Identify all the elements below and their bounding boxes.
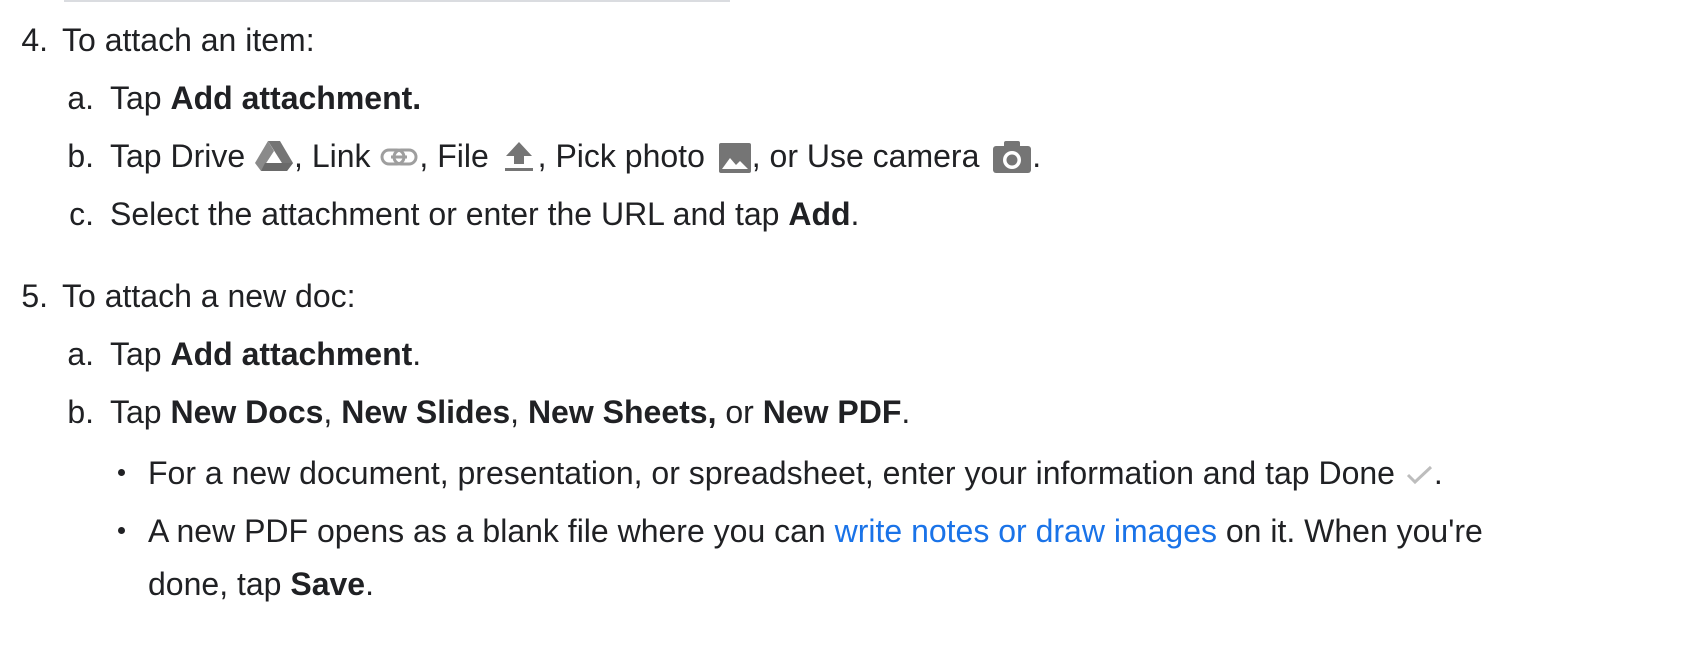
file-label: , File <box>419 138 498 174</box>
step-5b-marker: b. <box>67 394 94 430</box>
previous-screenshot-frame-edge <box>64 0 730 2</box>
step-4a-prefix: Tap <box>110 80 171 116</box>
step-4b-prefix: Tap Drive <box>110 138 255 174</box>
step-5a-marker: a. <box>67 336 94 372</box>
bullet-2-suffix: on it. When you're <box>1216 513 1483 549</box>
step-4-title: To attach an item: <box>62 22 315 58</box>
bullet-1-text: For a new document, presentation, or spr… <box>148 451 1443 495</box>
bullet-1-content: For a new document, presentation, or spr… <box>148 455 1404 491</box>
step-5a-text: Tap Add attachment. <box>110 332 421 376</box>
upload-icon <box>504 140 534 172</box>
camera-label: , or Use camera <box>751 138 989 174</box>
step-4c-text: Select the attachment or enter the URL a… <box>110 192 859 236</box>
new-docs-label: New Docs <box>170 394 324 430</box>
link-label: , Link <box>294 138 380 174</box>
bullet-1-end: . <box>1433 455 1443 491</box>
drive-icon <box>254 140 294 172</box>
step-5-number: 5. <box>21 278 48 314</box>
step-4b-marker: b. <box>67 138 94 174</box>
link-icon <box>379 146 419 168</box>
step-4c-end: . <box>850 196 860 232</box>
step-4b-end: . <box>1032 138 1042 174</box>
step-4b-text: Tap Drive , Link , File , Pick photo , o… <box>110 134 1041 178</box>
bullet-marker <box>118 469 125 476</box>
add-attachment-label: Add attachment. <box>170 80 422 116</box>
new-pdf-label: New PDF <box>762 394 902 430</box>
save-label: Save <box>290 566 366 602</box>
step-5a-prefix: Tap <box>110 336 171 372</box>
or-label: or <box>716 394 763 430</box>
bullet-2-text: A new PDF opens as a blank file where yo… <box>148 509 1483 553</box>
camera-icon <box>992 140 1032 174</box>
new-slides-label: New Slides <box>341 394 511 430</box>
step-5b-text: Tap New Docs, New Slides, New Sheets, or… <box>110 390 910 434</box>
step-4a-text: Tap Add attachment. <box>110 76 421 120</box>
write-notes-link[interactable]: write notes or draw images <box>835 513 1217 549</box>
photo-label: , Pick photo <box>537 138 714 174</box>
bullet-2-line2-end: . <box>365 566 374 602</box>
step-5b-end: . <box>901 394 911 430</box>
separator-1: , <box>323 394 342 430</box>
add-label: Add <box>788 196 851 232</box>
step-5b-prefix: Tap <box>110 394 171 430</box>
step-4c-marker: c. <box>69 196 94 232</box>
step-4a-marker: a. <box>67 80 94 116</box>
bullet-2-line-2: done, tap Save. <box>148 562 374 606</box>
step-5a-end: . <box>412 336 422 372</box>
new-sheets-label: New Sheets, <box>527 394 717 430</box>
step-4-number: 4. <box>21 22 48 58</box>
bullet-2-prefix: A new PDF opens as a blank file where yo… <box>148 513 835 549</box>
check-icon <box>1404 462 1434 486</box>
add-attachment-label-2: Add attachment <box>170 336 413 372</box>
separator-2: , <box>510 394 528 430</box>
step-4c-prefix: Select the attachment or enter the URL a… <box>110 196 789 232</box>
step-5-title: To attach a new doc: <box>62 278 356 314</box>
image-icon <box>718 142 752 174</box>
bullet-marker <box>118 527 125 534</box>
bullet-2-line2-prefix: done, tap <box>148 566 291 602</box>
